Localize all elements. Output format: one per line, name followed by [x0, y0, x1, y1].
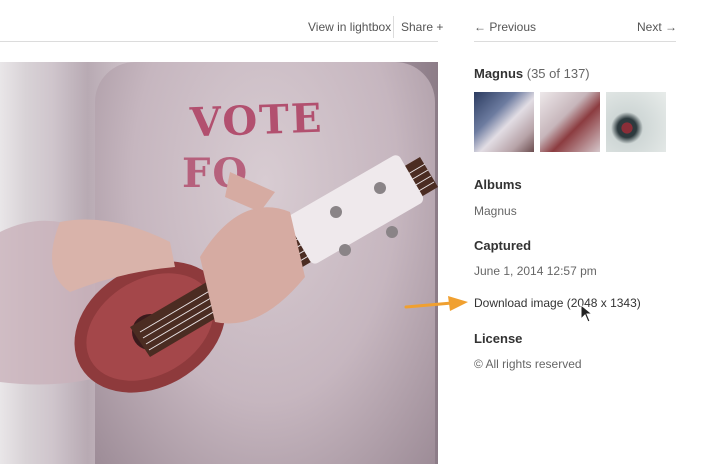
toolbar-divider [0, 41, 438, 42]
thumbnail-3[interactable] [606, 92, 666, 152]
captured-heading: Captured [474, 238, 532, 253]
license-value: © All rights reserved [474, 357, 582, 371]
captured-value: June 1, 2014 12:57 pm [474, 264, 597, 278]
photo-position: (35 of 137) [526, 66, 590, 81]
albums-heading: Albums [474, 177, 522, 192]
mouse-cursor-icon [580, 304, 594, 323]
nav-divider [474, 41, 676, 42]
toolbar-separator [393, 16, 394, 38]
ukulele-illustration [0, 155, 438, 393]
arrow-annotation-icon [404, 296, 468, 311]
download-image-link[interactable]: Download image (2048 x 1343) [474, 296, 641, 310]
view-in-lightbox-link[interactable]: View in lightbox [308, 20, 391, 34]
license-heading: License [474, 331, 523, 346]
thumbnail-2[interactable] [540, 92, 600, 152]
previous-link[interactable]: ← Previous [474, 20, 536, 34]
thumbnail-1[interactable] [474, 92, 534, 152]
album-title-line: Magnus (35 of 137) [474, 66, 590, 81]
main-photo[interactable]: VOTE FO [0, 62, 438, 464]
album-name: Magnus [474, 66, 524, 81]
albums-value-link[interactable]: Magnus [474, 204, 517, 218]
next-link[interactable]: Next → [637, 20, 677, 34]
share-button[interactable]: Share + [401, 20, 443, 34]
